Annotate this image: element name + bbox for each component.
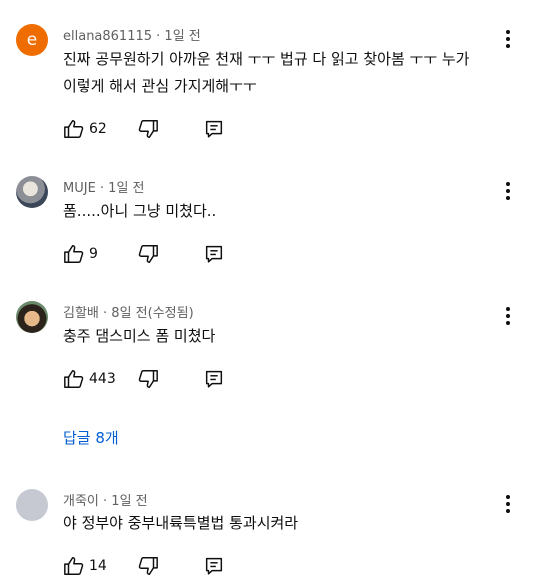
comment-time: · 1일 전 — [99, 181, 145, 196]
comment-time: · 1일 전 — [156, 29, 201, 44]
comment-text: 충주 댐스미스 폼 미쳤다 — [63, 327, 216, 345]
comment-meta: 김할배 · 8일 전(수정됨) — [63, 302, 194, 321]
comment-time: · 1일 전 — [103, 494, 148, 509]
like-icon[interactable] — [63, 118, 85, 140]
like-count: 9 — [89, 246, 98, 262]
author-name[interactable]: ellana861115 — [63, 29, 152, 44]
comment-text: 진짜 공무원하기 아까운 천재 ㅜㅜ 법규 다 읽고 찾아봄 ㅜㅜ 누가 이렇게… — [63, 50, 470, 95]
reply-icon[interactable] — [203, 118, 225, 140]
reply-icon[interactable] — [203, 243, 225, 265]
comment-time: · 8일 전(수정됨) — [103, 306, 194, 321]
comment-meta: 개죽이 · 1일 전 — [63, 490, 148, 509]
like-count: 443 — [89, 371, 116, 387]
dislike-icon[interactable] — [137, 243, 159, 265]
more-options-icon[interactable] — [496, 179, 520, 203]
avatar[interactable] — [16, 176, 48, 208]
more-options-icon[interactable] — [496, 27, 520, 51]
comment-meta: ellana861115 · 1일 전 — [63, 25, 201, 44]
reply-icon[interactable] — [203, 368, 225, 390]
dislike-icon[interactable] — [137, 118, 159, 140]
author-name[interactable]: 김할배 — [63, 306, 99, 321]
like-count: 14 — [89, 558, 107, 574]
like-icon[interactable] — [63, 368, 85, 390]
comment-text: 야 정부야 중부내륙특별법 통과시켜라 — [63, 514, 299, 532]
like-icon[interactable] — [63, 243, 85, 265]
avatar[interactable] — [16, 301, 48, 333]
dislike-icon[interactable] — [137, 555, 159, 577]
view-replies-link[interactable]: 답글 8개 — [63, 427, 119, 448]
more-options-icon[interactable] — [496, 304, 520, 328]
reply-icon[interactable] — [203, 555, 225, 577]
comment-actions: 9 — [63, 243, 263, 267]
dislike-icon[interactable] — [137, 368, 159, 390]
comment-actions: 14 — [63, 555, 263, 579]
comment-actions: 62 — [63, 118, 263, 142]
avatar[interactable] — [16, 489, 48, 521]
author-name[interactable]: MUJE — [63, 181, 96, 196]
comment-text: 폼.....아니 그냥 미쳤다.. — [63, 202, 217, 220]
like-icon[interactable] — [63, 555, 85, 577]
avatar[interactable]: e — [16, 24, 48, 56]
like-count: 62 — [89, 121, 107, 137]
comment-meta: MUJE · 1일 전 — [63, 177, 145, 196]
more-options-icon[interactable] — [496, 492, 520, 516]
author-name[interactable]: 개죽이 — [63, 494, 99, 509]
comment-actions: 443 — [63, 368, 263, 392]
